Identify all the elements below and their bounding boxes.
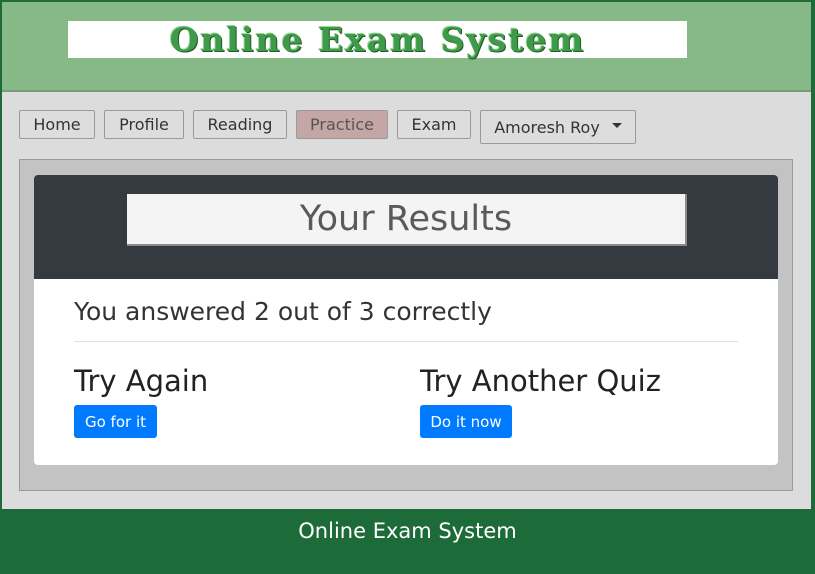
try-again-button[interactable]: Go for it: [74, 405, 157, 438]
results-title: Your Results: [299, 199, 513, 239]
nav-reading-button[interactable]: Reading: [193, 110, 287, 139]
logo-text: Online Exam System: [169, 20, 586, 59]
divider: [74, 341, 738, 342]
site-footer: Online Exam System: [0, 509, 815, 574]
nav-profile-button[interactable]: Profile: [104, 110, 184, 139]
site-logo: Online Exam System: [68, 20, 687, 59]
results-card: Your Results You answered 2 out of 3 cor…: [34, 175, 778, 465]
try-again-heading: Try Again: [74, 364, 209, 398]
results-card-header: Your Results: [34, 175, 778, 279]
try-another-quiz-heading: Try Another Quiz: [420, 364, 661, 398]
site-header: Online Exam System: [0, 0, 815, 92]
try-another-quiz-button[interactable]: Do it now: [420, 405, 512, 438]
nav-exam-button[interactable]: Exam: [397, 110, 471, 139]
user-menu-dropdown[interactable]: Amoresh Roy: [480, 110, 636, 144]
score-summary: You answered 2 out of 3 correctly: [74, 297, 492, 326]
nav-practice-button[interactable]: Practice: [296, 110, 388, 139]
results-title-box: Your Results: [127, 194, 687, 246]
caret-down-icon: [611, 122, 622, 128]
user-menu-label: Amoresh Roy: [494, 117, 600, 137]
footer-text: Online Exam System: [298, 519, 517, 543]
nav-home-button[interactable]: Home: [19, 110, 95, 139]
